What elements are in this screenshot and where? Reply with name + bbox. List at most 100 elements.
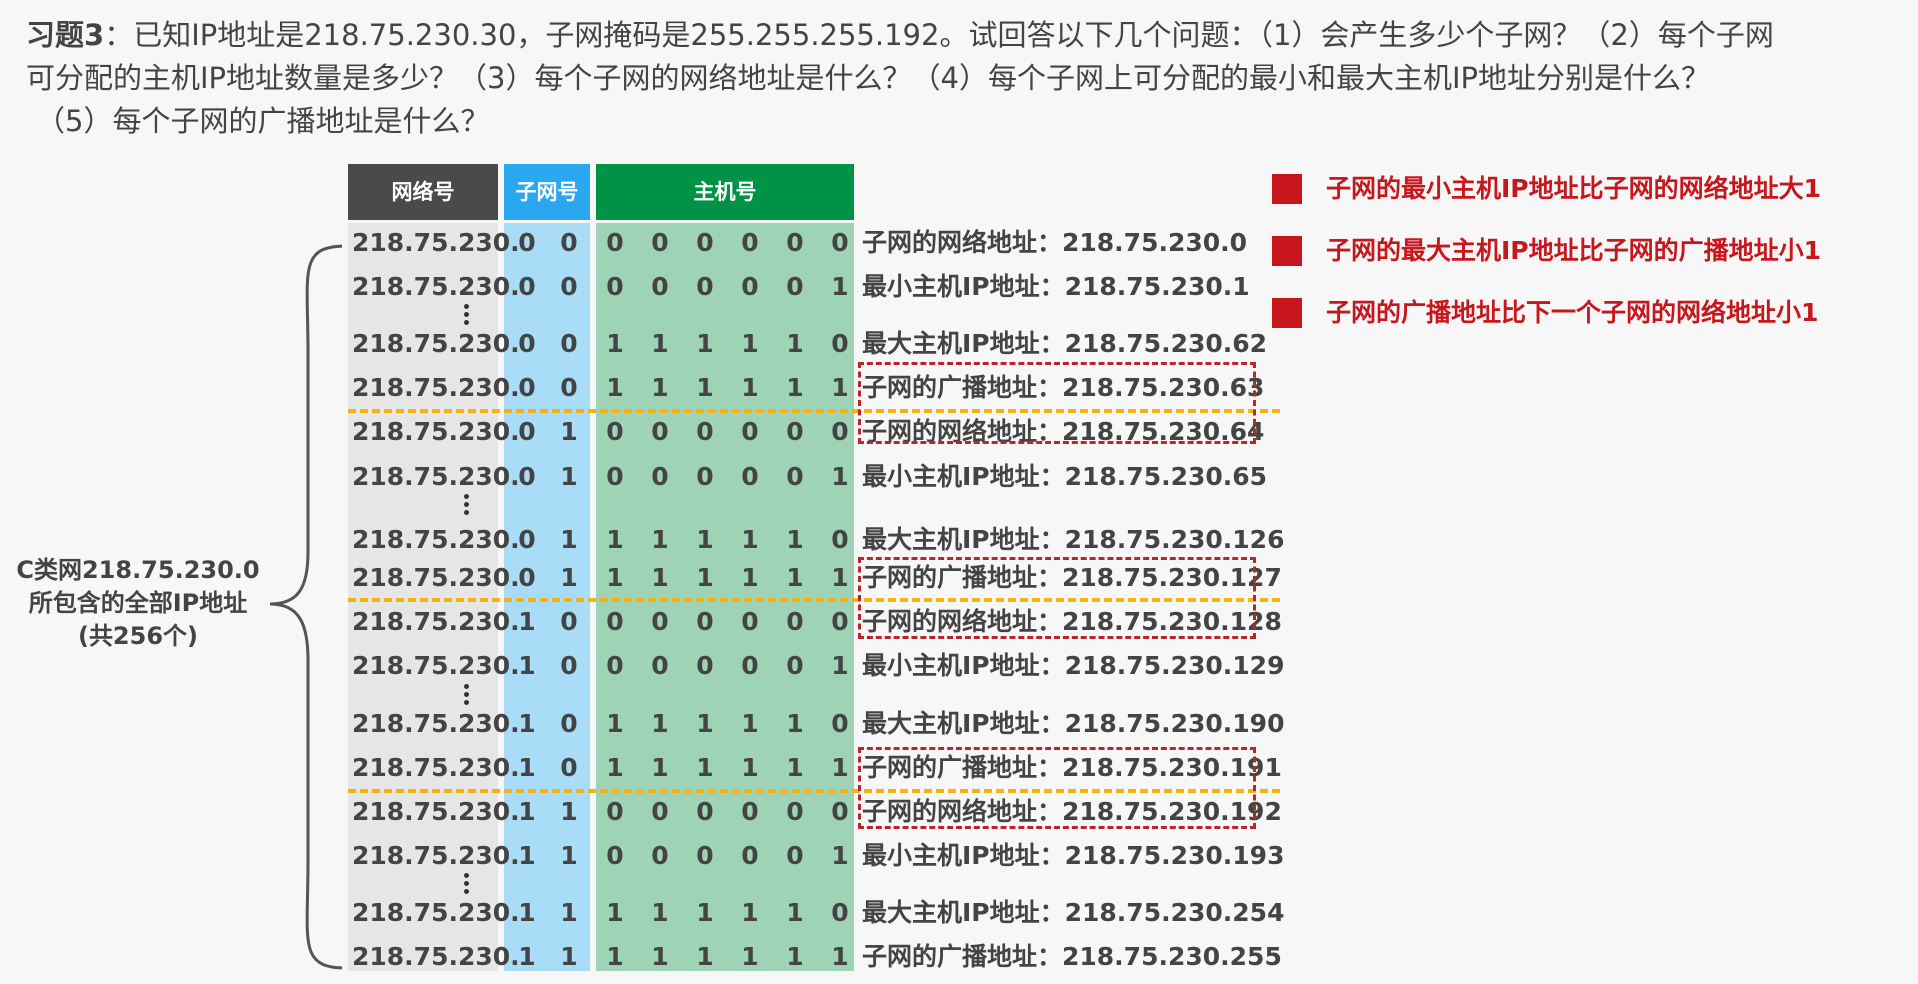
address-label: 子网的网络地址：218.75.230.0 <box>862 228 1248 257</box>
host-bit: 0 <box>831 417 849 446</box>
network-prefix: 218.75.230. <box>352 272 520 301</box>
host-bit: 0 <box>741 651 759 680</box>
network-prefix: 218.75.230. <box>352 607 520 636</box>
host-bit: 1 <box>741 942 759 971</box>
subnet-bit: 0 <box>518 525 536 554</box>
subnet-bit: 1 <box>560 462 578 491</box>
host-bit: 1 <box>651 563 669 592</box>
network-prefix: 218.75.230. <box>352 942 520 971</box>
host-bit: 1 <box>741 373 759 402</box>
subnet-bit: 1 <box>560 797 578 826</box>
host-bit: 1 <box>786 753 804 782</box>
host-bit: 0 <box>651 462 669 491</box>
host-bit: 1 <box>651 709 669 738</box>
host-bit: 1 <box>696 373 714 402</box>
subnet-bit: 0 <box>518 272 536 301</box>
host-bit: 0 <box>831 898 849 927</box>
address-label: 最小主机IP地址：218.75.230.1 <box>862 272 1250 301</box>
host-bit: 1 <box>786 942 804 971</box>
host-bit: 1 <box>651 373 669 402</box>
host-bit: 0 <box>696 228 714 257</box>
host-bit: 1 <box>696 525 714 554</box>
host-bit: 0 <box>786 462 804 491</box>
host-bit: 0 <box>651 797 669 826</box>
host-bit: 0 <box>696 417 714 446</box>
host-bit: 0 <box>606 417 624 446</box>
host-bit: 1 <box>741 753 759 782</box>
host-bit: 1 <box>696 329 714 358</box>
host-bit: 0 <box>741 228 759 257</box>
ellipsis-dots <box>462 494 470 516</box>
host-bit: 0 <box>741 607 759 636</box>
address-label: 最大主机IP地址：218.75.230.62 <box>862 329 1268 358</box>
host-bit: 1 <box>831 563 849 592</box>
host-bit: 1 <box>741 898 759 927</box>
host-bit: 1 <box>831 272 849 301</box>
host-bit: 1 <box>831 462 849 491</box>
host-bit: 1 <box>696 753 714 782</box>
subnet-bit: 1 <box>560 898 578 927</box>
curly-brace-icon <box>269 244 342 970</box>
host-bit: 0 <box>831 709 849 738</box>
network-prefix: 218.75.230. <box>352 841 520 870</box>
host-bit: 1 <box>651 898 669 927</box>
host-bit: 1 <box>786 563 804 592</box>
host-bit: 0 <box>651 417 669 446</box>
host-bit: 0 <box>831 525 849 554</box>
host-bit: 0 <box>831 607 849 636</box>
host-bit: 0 <box>741 462 759 491</box>
subnet-bit: 0 <box>560 607 578 636</box>
network-prefix: 218.75.230. <box>352 709 520 738</box>
subnet-bit: 1 <box>560 942 578 971</box>
host-bit: 0 <box>606 651 624 680</box>
red-square-icon <box>1272 174 1302 204</box>
host-bit: 0 <box>606 228 624 257</box>
host-bit: 1 <box>741 563 759 592</box>
host-bit: 1 <box>741 525 759 554</box>
network-prefix: 218.75.230. <box>352 563 520 592</box>
host-bit: 0 <box>696 462 714 491</box>
address-label: 最小主机IP地址：218.75.230.65 <box>862 462 1268 491</box>
host-bit: 1 <box>831 651 849 680</box>
network-prefix: 218.75.230. <box>352 797 520 826</box>
host-bit: 0 <box>606 797 624 826</box>
subnet-bit: 1 <box>518 797 536 826</box>
subnet-bit: 0 <box>518 417 536 446</box>
host-bit: 1 <box>831 841 849 870</box>
host-bit: 0 <box>786 272 804 301</box>
host-bit: 0 <box>651 607 669 636</box>
network-prefix: 218.75.230. <box>352 228 520 257</box>
host-bit: 1 <box>786 709 804 738</box>
subnet-bit: 1 <box>518 607 536 636</box>
network-prefix: 218.75.230. <box>352 417 520 446</box>
network-prefix: 218.75.230. <box>352 525 520 554</box>
subnet-bit: 0 <box>560 272 578 301</box>
question-line-2: 可分配的主机IP地址数量是多少？（3）每个子网的网络地址是什么？（4）每个子网上… <box>26 61 1710 95</box>
red-square-icon <box>1272 298 1302 328</box>
host-bit: 1 <box>741 329 759 358</box>
host-bit: 0 <box>651 228 669 257</box>
network-prefix: 218.75.230. <box>352 753 520 782</box>
host-bit: 0 <box>831 797 849 826</box>
host-bit: 0 <box>696 272 714 301</box>
network-prefix: 218.75.230. <box>352 898 520 927</box>
host-bit: 0 <box>696 797 714 826</box>
subnet-bit: 0 <box>560 228 578 257</box>
network-prefix: 218.75.230. <box>352 651 520 680</box>
network-prefix: 218.75.230. <box>352 373 520 402</box>
host-bit: 0 <box>696 607 714 636</box>
host-bit: 1 <box>696 942 714 971</box>
network-prefix: 218.75.230. <box>352 462 520 491</box>
host-bit: 0 <box>786 228 804 257</box>
host-bit: 0 <box>786 651 804 680</box>
subnet-bit: 1 <box>560 417 578 446</box>
ellipsis-dots <box>462 873 470 895</box>
host-bit: 1 <box>651 525 669 554</box>
host-bit: 1 <box>831 942 849 971</box>
subnet-bit: 1 <box>518 651 536 680</box>
subnet-bit: 0 <box>560 709 578 738</box>
host-bit: 1 <box>786 373 804 402</box>
host-bit: 0 <box>741 797 759 826</box>
host-bit: 1 <box>696 898 714 927</box>
host-bit: 1 <box>606 709 624 738</box>
